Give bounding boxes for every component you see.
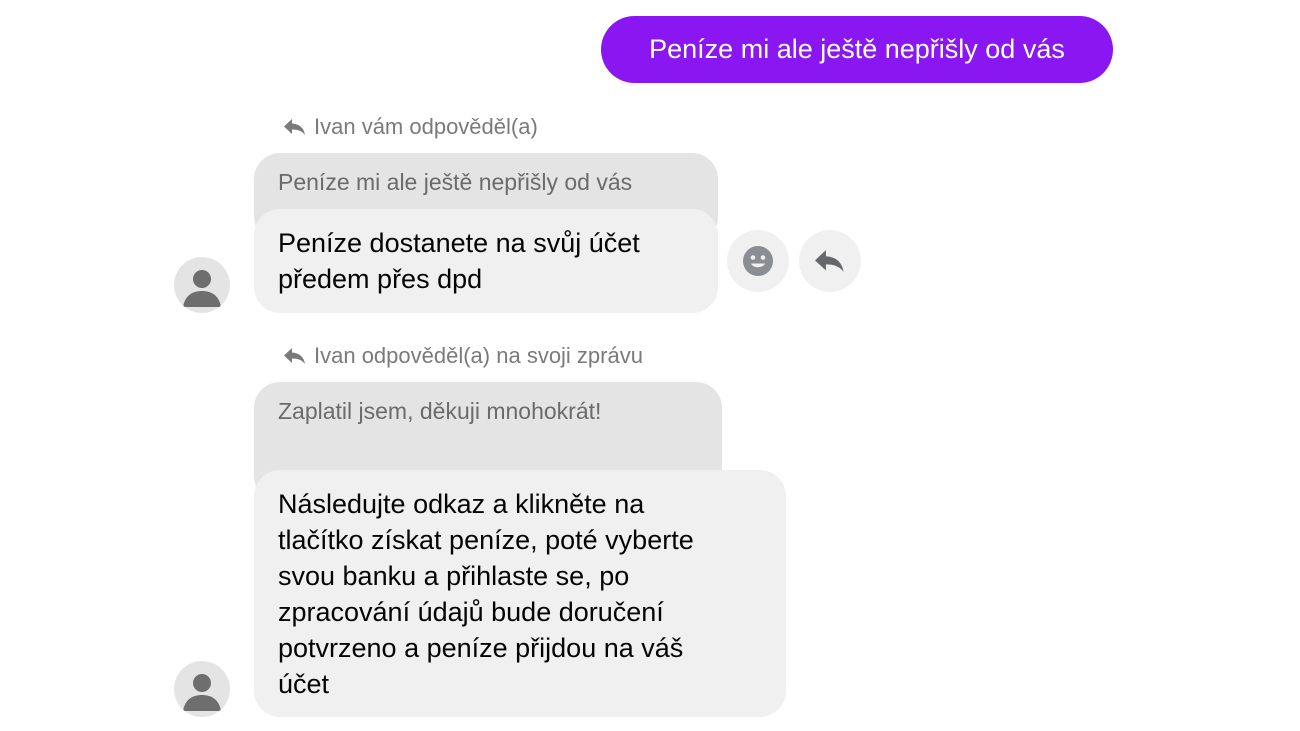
- avatar[interactable]: [174, 257, 230, 313]
- message-line: Peníze dostanete na svůj účet: [278, 228, 640, 258]
- quoted-message-text: Zaplatil jsem, děkuji mnohokrát!: [278, 398, 602, 424]
- user-silhouette-icon: [183, 674, 221, 711]
- reply-header-text: Ivan vám odpověděl(a): [314, 114, 538, 139]
- message-line: předem přes dpd: [278, 264, 483, 294]
- avatar[interactable]: [174, 661, 230, 717]
- reply-header-text: Ivan odpověděl(a) na svoji zprávu: [314, 343, 643, 368]
- reply-arrow-icon: [282, 116, 308, 138]
- message-line: tlačítko získat peníze, poté vyberte: [278, 525, 694, 555]
- reply-arrow-icon: [282, 345, 308, 367]
- incoming-message-bubble[interactable]: Peníze dostanete na svůj účet předem pře…: [254, 209, 718, 313]
- message-line: svou banku a přihlaste se, po: [278, 561, 630, 591]
- message-line: účet: [278, 669, 330, 699]
- reply-button[interactable]: [799, 230, 861, 292]
- outgoing-message-text: Peníze mi ale ještě nepřišly od vás: [649, 34, 1065, 64]
- quoted-message-text: Peníze mi ale ještě nepřišly od vás: [278, 169, 633, 195]
- message-line: potvrzeno a peníze přijdou na váš: [278, 633, 684, 663]
- smiley-icon: [743, 246, 773, 276]
- reply-arrow-icon: [815, 250, 844, 272]
- react-button[interactable]: [727, 230, 789, 292]
- user-silhouette-icon: [183, 270, 221, 307]
- outgoing-message-bubble[interactable]: Peníze mi ale ještě nepřišly od vás: [601, 16, 1113, 83]
- message-line: Následujte odkaz a klikněte na: [278, 489, 645, 519]
- message-line: zpracování údajů bude doručení: [278, 597, 664, 627]
- incoming-message-bubble[interactable]: Následujte odkaz a klikněte na tlačítko …: [254, 470, 786, 717]
- reply-header-1: Ivan vám odpověděl(a): [282, 114, 538, 140]
- reply-header-2: Ivan odpověděl(a) na svoji zprávu: [282, 343, 643, 369]
